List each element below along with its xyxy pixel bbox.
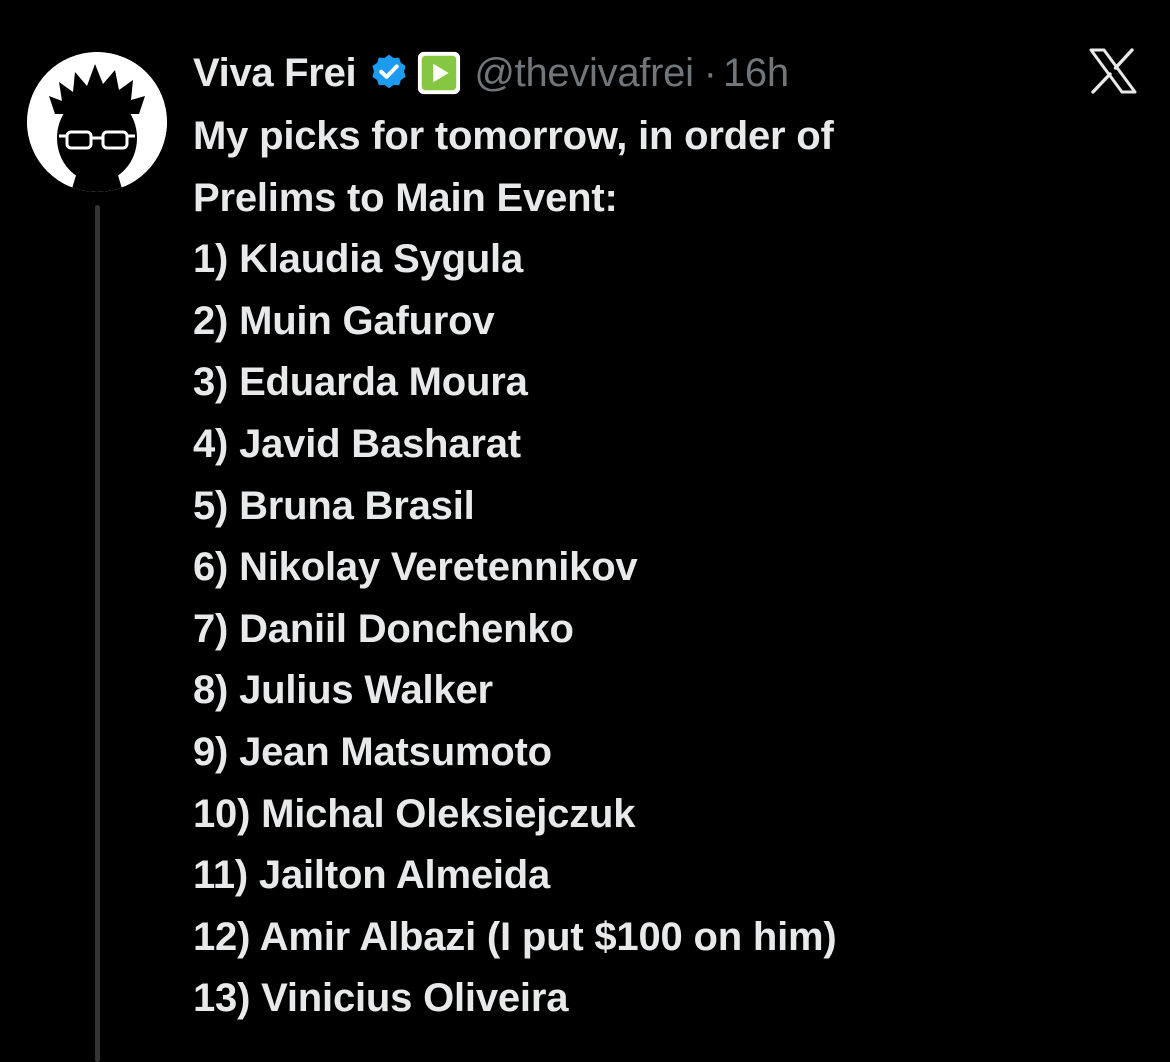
pick-item: 10) Michal Oleksiejczuk [193, 791, 636, 836]
pick-item: 9) Jean Matsumoto [193, 729, 552, 774]
tweet-intro-line: My picks for tomorrow, in order of [193, 114, 834, 158]
pick-item: 13) Vinicius Oliveira [193, 976, 569, 1021]
display-name[interactable]: Viva Frei [193, 51, 357, 96]
pick-item: 4) Javid Basharat [193, 421, 521, 466]
pick-item: 1) Klaudia Sygula [193, 237, 524, 282]
pick-item: 8) Julius Walker [193, 668, 493, 713]
pick-item: 3) Eduarda Moura [193, 360, 528, 405]
verified-badge-icon[interactable] [368, 52, 410, 94]
pick-item: 6) Nikolay Veretennikov [193, 545, 638, 590]
tweet-text: My picks for tomorrow, in order of Preli… [193, 106, 1143, 1030]
user-handle[interactable]: @thevivafrei [474, 51, 694, 96]
pick-item: 11) Jailton Almeida [193, 853, 551, 898]
pick-item: 7) Daniil Donchenko [193, 606, 574, 651]
separator-dot: · [703, 50, 717, 95]
pick-item: 5) Bruna Brasil [193, 483, 475, 528]
thread-line [95, 205, 100, 1062]
avatar[interactable] [27, 52, 167, 192]
pick-item: 12) Amir Albazi (I put $100 on him) [193, 914, 837, 959]
tweet: Viva Frei @thevivafrei · 16h My picks fo… [0, 0, 1170, 1062]
timestamp[interactable]: 16h [723, 51, 789, 96]
tweet-intro-line: Prelims to Main Event: [193, 175, 618, 220]
x-logo-icon[interactable] [1088, 48, 1138, 94]
tweet-header: Viva Frei @thevivafrei · 16h [193, 48, 789, 98]
avatar-icon [27, 52, 167, 192]
rumble-affiliate-icon[interactable] [416, 50, 462, 96]
pick-item: 2) Muin Gafurov [193, 298, 495, 343]
